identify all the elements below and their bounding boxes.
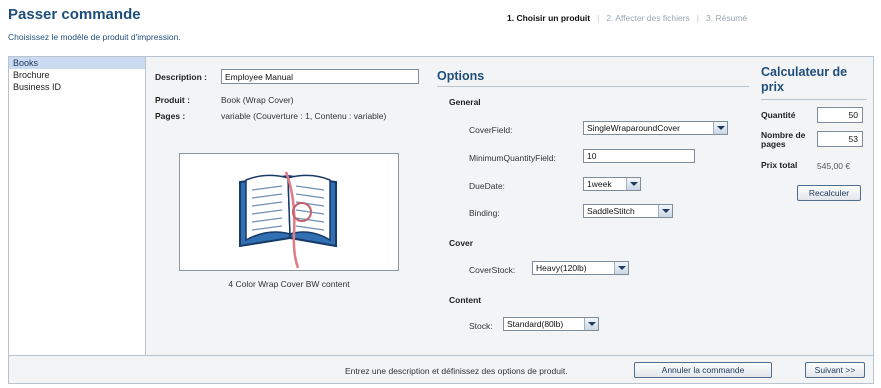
page-count-input[interactable] <box>817 131 863 147</box>
step-summary[interactable]: 3. Résumé <box>706 13 747 23</box>
page-subtitle: Choisissez le modèle de produit d'impres… <box>8 32 181 42</box>
cover-section-title: Cover <box>449 238 474 248</box>
cover-field-value: SingleWraparoundCover <box>587 123 680 133</box>
min-quantity-label: MinimumQuantityField: <box>469 153 556 163</box>
chevron-down-icon <box>614 262 628 274</box>
product-item-books[interactable]: Books <box>9 57 145 69</box>
binding-value: SaddleStitch <box>587 206 635 216</box>
product-value: Book (Wrap Cover) <box>221 95 294 105</box>
quantity-label: Quantité <box>761 110 796 120</box>
cancel-order-button[interactable]: Annuler la commande <box>634 362 772 378</box>
chevron-down-icon <box>584 318 598 330</box>
chevron-down-icon <box>626 178 640 190</box>
order-panel: Books Brochure Business ID Description :… <box>8 56 874 384</box>
due-date-value: 1week <box>587 179 612 189</box>
cover-field-select[interactable]: SingleWraparoundCover <box>583 121 728 135</box>
total-price-label: Prix total <box>761 160 798 170</box>
product-label: Produit : <box>155 95 190 105</box>
page-title: Passer commande <box>8 6 141 23</box>
quantity-input[interactable] <box>817 107 863 123</box>
footer-message: Entrez une description et définissez des… <box>345 366 568 376</box>
step-assign-files[interactable]: 2. Affecter des fichiers <box>606 13 689 23</box>
cover-stock-label: CoverStock: <box>469 265 516 275</box>
step-separator: | <box>597 13 600 23</box>
step-choose-product[interactable]: 1. Choisir un produit <box>507 13 590 23</box>
product-list: Books Brochure Business ID <box>9 57 146 355</box>
product-image <box>179 153 399 271</box>
footer-bar: Entrez une description et définissez des… <box>9 355 873 383</box>
stock-select[interactable]: Standard(80lb) <box>503 317 599 331</box>
product-item-brochure[interactable]: Brochure <box>9 69 145 81</box>
next-button[interactable]: Suivant >> <box>805 362 865 378</box>
stock-label: Stock: <box>469 321 493 331</box>
binding-select[interactable]: SaddleStitch <box>583 204 673 218</box>
price-calculator-title: Calculateur de prix <box>761 65 848 94</box>
cover-stock-value: Heavy(120lb) <box>536 263 587 273</box>
due-date-label: DueDate: <box>469 181 505 191</box>
due-date-select[interactable]: 1week <box>583 177 641 191</box>
stock-value: Standard(80lb) <box>507 319 564 329</box>
options-title: Options <box>437 69 485 83</box>
pages-value: variable (Couverture : 1, Contenu : vari… <box>221 111 387 121</box>
cover-stock-select[interactable]: Heavy(120lb) <box>532 261 629 275</box>
options-divider <box>437 86 749 87</box>
content-section-title: Content <box>449 295 482 305</box>
wizard-steps: 1. Choisir un produit | 2. Affecter des … <box>507 13 747 23</box>
total-price-value: 545,00 € <box>817 161 851 171</box>
recalculate-button[interactable]: Recalculer <box>797 185 861 201</box>
book-icon <box>239 171 337 269</box>
pages-label: Pages : <box>155 111 186 121</box>
chevron-down-icon <box>658 205 672 217</box>
step-separator: | <box>696 13 700 23</box>
description-label: Description : <box>155 72 207 82</box>
min-quantity-input[interactable] <box>583 149 695 163</box>
price-divider <box>761 99 867 100</box>
chevron-down-icon <box>713 122 727 134</box>
general-section-title: General <box>449 97 481 107</box>
product-image-caption: 4 Color Wrap Cover BW content <box>228 279 350 289</box>
cover-field-label: CoverField: <box>469 125 513 135</box>
binding-label: Binding: <box>469 208 500 218</box>
page-count-label: Nombre de pages <box>761 130 806 149</box>
description-input[interactable] <box>221 69 419 84</box>
product-item-business-id[interactable]: Business ID <box>9 81 145 93</box>
